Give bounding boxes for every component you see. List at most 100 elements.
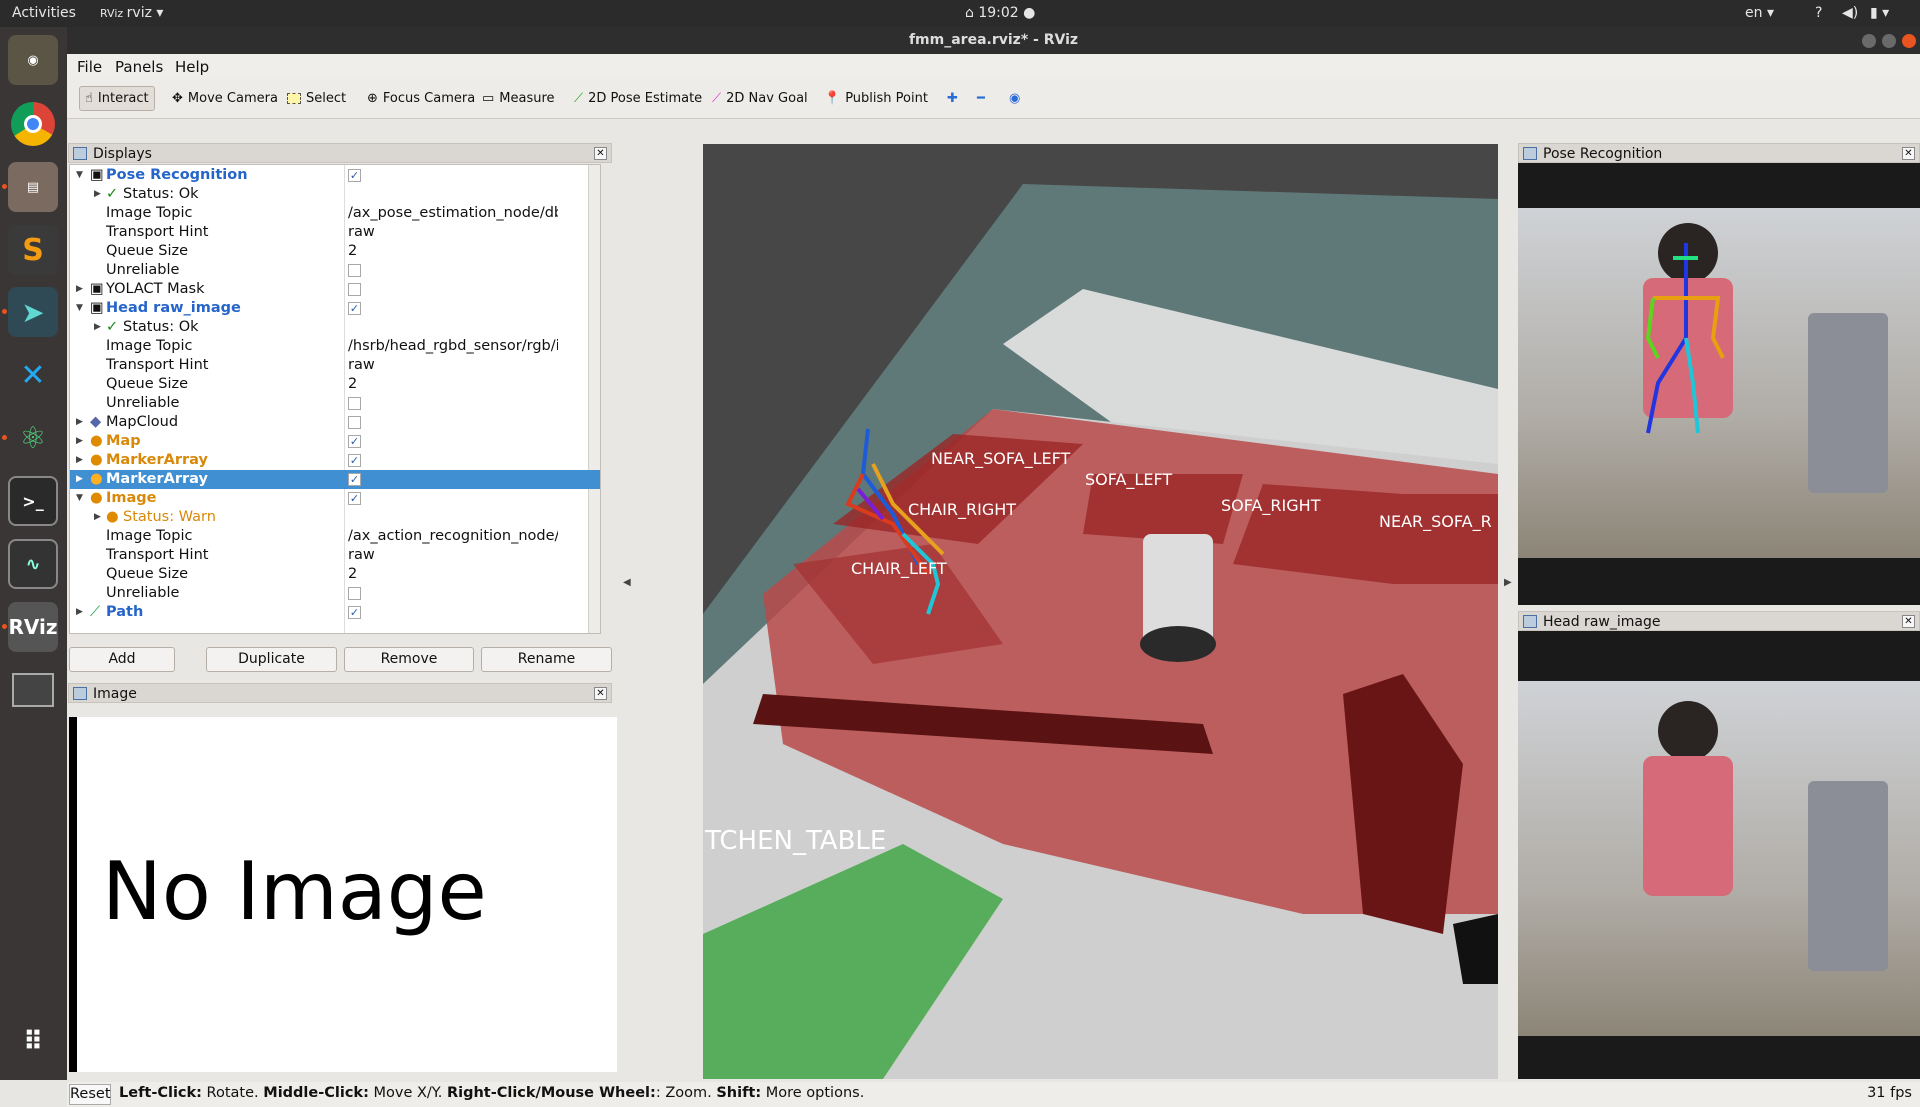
publish-point-button[interactable]: 📍 Publish Point: [819, 86, 933, 111]
property-row[interactable]: Unreliable: [70, 261, 600, 280]
rename-button[interactable]: Rename: [481, 647, 612, 672]
add-button[interactable]: Add: [69, 647, 175, 672]
menu-panels[interactable]: Panels: [115, 58, 163, 76]
display-pose-recognition[interactable]: ▼ ▣ Pose Recognition ✓: [70, 166, 600, 185]
enable-checkbox[interactable]: ✓: [348, 492, 361, 505]
status-row[interactable]: ▶ ✓ Status: Ok: [70, 185, 600, 204]
unreliable-checkbox[interactable]: [348, 264, 361, 277]
select-button[interactable]: Select: [282, 86, 351, 111]
collapse-left-icon[interactable]: ◀: [623, 577, 631, 588]
interact-button[interactable]: ☝ Interact: [79, 86, 155, 111]
speaker-app-icon[interactable]: ◉: [8, 35, 58, 85]
path-icon: ⟋: [90, 604, 101, 620]
close-panel-icon[interactable]: ✕: [1902, 147, 1915, 160]
property-row[interactable]: Queue Size 2: [70, 375, 600, 394]
status-row[interactable]: ▶ ✓ Status: Ok: [70, 318, 600, 337]
minimize-button[interactable]: [1862, 34, 1876, 48]
unreliable-checkbox[interactable]: [348, 587, 361, 600]
language-indicator[interactable]: en ▾: [1745, 5, 1774, 21]
focus-icon: ⊕: [367, 91, 378, 106]
enable-checkbox[interactable]: ✓: [348, 473, 361, 486]
enable-checkbox[interactable]: ✓: [348, 454, 361, 467]
status-bar: Reset Left-Click: Rotate. Middle-Click: …: [67, 1082, 1920, 1107]
display-mapcloud[interactable]: ▶ ◆ MapCloud: [70, 413, 600, 432]
warning-icon: ●: [90, 490, 103, 506]
window-icon[interactable]: [8, 665, 58, 715]
vscode-icon[interactable]: ✕: [8, 350, 58, 400]
display-markerarray[interactable]: ▶ ● MarkerArray ✓: [70, 451, 600, 470]
show-apps-icon[interactable]: ⠿: [8, 1017, 58, 1067]
volume-icon[interactable]: ◀): [1842, 5, 1858, 21]
display-yolact-mask[interactable]: ▶ ▣ YOLACT Mask: [70, 280, 600, 299]
close-panel-icon[interactable]: ✕: [1902, 615, 1915, 628]
app-menu[interactable]: RViz rviz ▾: [100, 5, 163, 21]
no-image-message: No Image: [102, 845, 487, 938]
rviz-icon[interactable]: RViz: [8, 602, 58, 652]
add-tool-icon[interactable]: ✚: [942, 86, 963, 111]
status-row[interactable]: ▶ ● Status: Warn: [70, 508, 600, 527]
pose-recognition-image: [1518, 163, 1920, 605]
property-row[interactable]: Queue Size 2: [70, 565, 600, 584]
battery-icon[interactable]: ▮ ▾: [1870, 5, 1889, 21]
display-head-raw-image[interactable]: ▼ ▣ Head raw_image ✓: [70, 299, 600, 318]
activities-button[interactable]: Activities: [12, 5, 76, 21]
property-row[interactable]: Unreliable: [70, 394, 600, 413]
display-map[interactable]: ▶ ● Map ✓: [70, 432, 600, 451]
rviz-window: fmm_area.rviz* - RViz File Panels Help ☝…: [67, 27, 1920, 1107]
head-raw-image: [1518, 631, 1920, 1079]
property-row[interactable]: Transport Hint raw: [70, 356, 600, 375]
enable-checkbox[interactable]: ✓: [348, 435, 361, 448]
clock[interactable]: ⌂ 19:02 ●: [965, 5, 1035, 21]
terminal-app-icon[interactable]: ➤: [8, 287, 58, 337]
remove-tool-icon[interactable]: ━: [972, 86, 990, 111]
property-row[interactable]: Image Topic/ax_action_recognition_node/d…: [70, 527, 600, 546]
focus-camera-button[interactable]: ⊕ Focus Camera: [362, 86, 480, 111]
move-camera-button[interactable]: ✥ Move Camera: [167, 86, 283, 111]
property-row[interactable]: Unreliable: [70, 584, 600, 603]
enable-checkbox[interactable]: [348, 416, 361, 429]
pointcloud-icon: ◆: [90, 414, 102, 430]
close-panel-icon[interactable]: ✕: [594, 147, 607, 160]
measure-button[interactable]: ▭ Measure: [477, 86, 560, 111]
menu-bar: File Panels Help: [67, 54, 1920, 79]
close-button[interactable]: [1902, 34, 1916, 48]
remove-button[interactable]: Remove: [344, 647, 474, 672]
enable-checkbox[interactable]: ✓: [348, 606, 361, 619]
terminal-icon[interactable]: >_: [8, 476, 58, 526]
close-panel-icon[interactable]: ✕: [594, 687, 607, 700]
sublime-text-icon[interactable]: S: [8, 225, 58, 275]
unreliable-checkbox[interactable]: [348, 397, 361, 410]
enable-checkbox[interactable]: ✓: [348, 169, 361, 182]
property-row[interactable]: Transport Hint raw: [70, 223, 600, 242]
enable-checkbox[interactable]: ✓: [348, 302, 361, 315]
duplicate-button[interactable]: Duplicate: [206, 647, 337, 672]
menu-file[interactable]: File: [77, 58, 102, 76]
label-chair-left: CHAIR_LEFT: [851, 559, 947, 578]
monitor-icon: [1523, 615, 1537, 628]
reset-button[interactable]: Reset: [69, 1084, 111, 1105]
enable-checkbox[interactable]: [348, 283, 361, 296]
property-row[interactable]: Image Topic/ax_pose_estimation_node/dbg: [70, 204, 600, 223]
system-monitor-icon[interactable]: ∿: [8, 539, 58, 589]
network-icon[interactable]: ?: [1815, 5, 1822, 21]
displays-tree: ▼ ▣ Pose Recognition ✓ ▶ ✓ Status: Ok Image…: [69, 164, 601, 634]
maximize-button[interactable]: [1882, 34, 1896, 48]
property-row[interactable]: Image Topic/hsrb/head_rgbd_sensor/rgb/im…: [70, 337, 600, 356]
nav-goal-button[interactable]: ⟋ 2D Nav Goal: [707, 86, 813, 111]
display-path[interactable]: ▶ ⟋ Path ✓: [70, 603, 600, 622]
display-image[interactable]: ▼ ● Image ✓: [70, 489, 600, 508]
property-row[interactable]: Transport Hint raw: [70, 546, 600, 565]
files-icon[interactable]: ▤: [8, 162, 58, 212]
collapse-right-icon[interactable]: ▶: [1504, 577, 1512, 588]
display-markerarray-selected[interactable]: ▶ ● MarkerArray ✓: [70, 470, 600, 489]
3d-view[interactable]: NEAR_SOFA_LEFT SOFA_LEFT SOFA_RIGHT NEAR…: [703, 144, 1498, 1079]
label-chair-right: CHAIR_RIGHT: [908, 500, 1017, 519]
atom-icon[interactable]: ⚛: [8, 413, 58, 463]
ruler-icon: ▭: [482, 91, 495, 106]
chrome-icon[interactable]: [8, 99, 58, 149]
dock: ◉ ▤ S ➤ ✕ ⚛ >_ ∿ RViz ⠿: [0, 27, 67, 1080]
view-eye-icon[interactable]: ◉: [1004, 86, 1025, 111]
property-row[interactable]: Queue Size 2: [70, 242, 600, 261]
pose-estimate-button[interactable]: ⟋ 2D Pose Estimate: [569, 86, 707, 111]
menu-help[interactable]: Help: [175, 58, 209, 76]
